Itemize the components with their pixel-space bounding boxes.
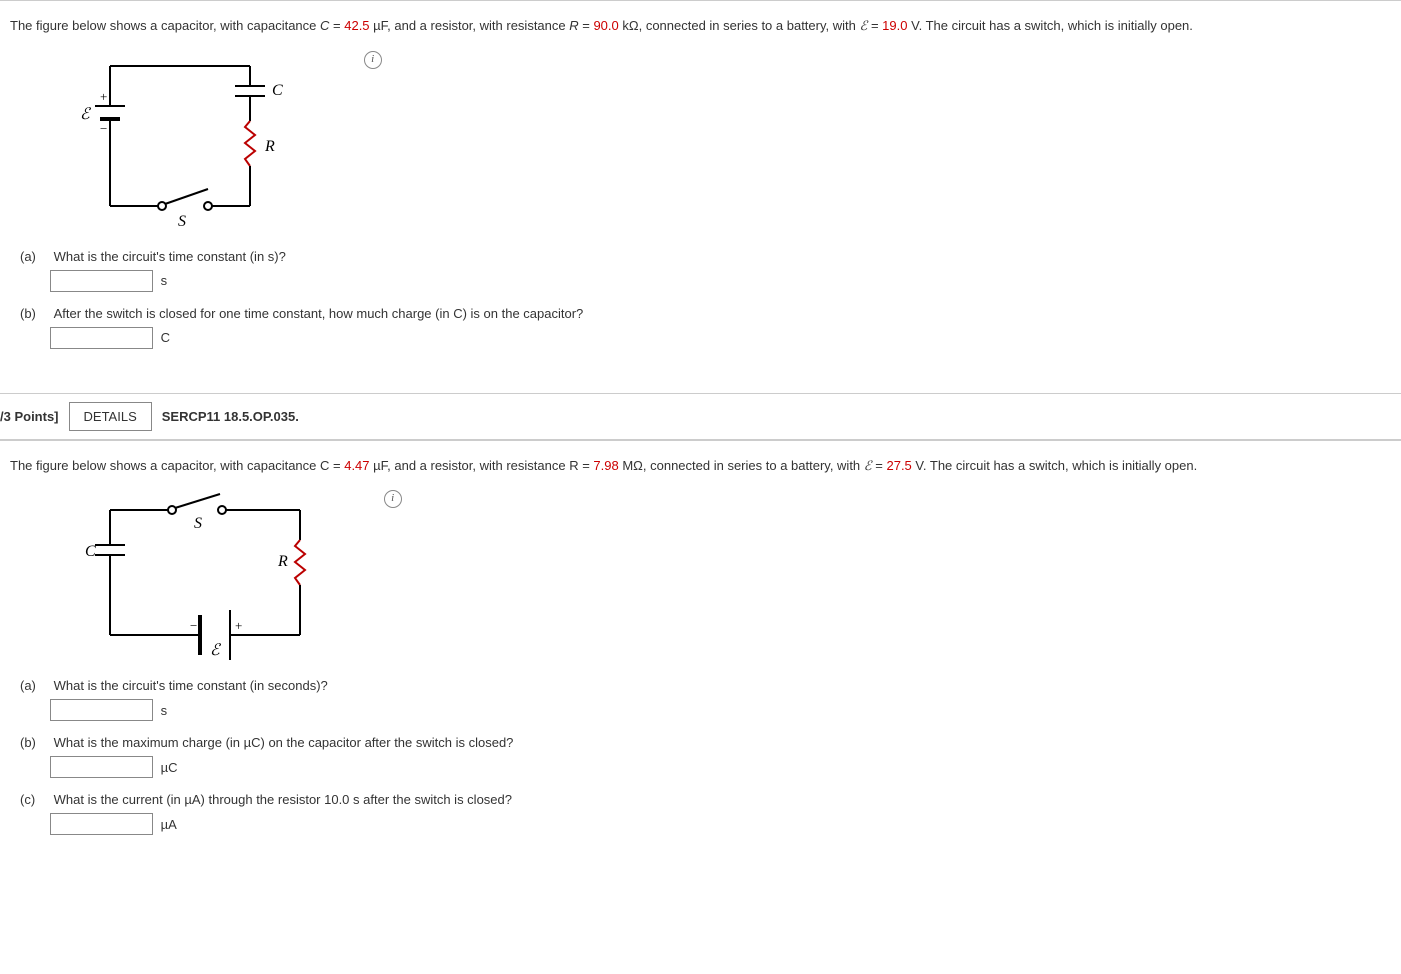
problem-1-figure: + − ℰ C R S i: [50, 51, 1391, 234]
q2-a-input[interactable]: [50, 699, 153, 721]
q1-b-input[interactable]: [50, 327, 153, 349]
unit-label: s: [161, 273, 168, 288]
part-text: What is the maximum charge (in µC) on th…: [54, 735, 1385, 750]
part-label: (c): [20, 792, 50, 807]
circuit-diagram-2: C S R − + ℰ: [50, 490, 350, 660]
source-label: SERCP11 18.5.OP.035.: [162, 409, 299, 424]
problem-1: The figure below shows a capacitor, with…: [0, 0, 1401, 393]
svg-text:ℰ: ℰ: [210, 642, 222, 659]
part-text: What is the current (in µA) through the …: [54, 792, 1385, 807]
svg-text:C: C: [85, 543, 96, 560]
circuit-diagram-1: + − ℰ C R S: [50, 51, 330, 231]
info-icon[interactable]: i: [364, 51, 382, 69]
svg-text:C: C: [272, 82, 283, 99]
unit-label: C: [161, 330, 170, 345]
problem-2: The figure below shows a capacitor, with…: [0, 440, 1401, 880]
unit-label: µC: [161, 760, 178, 775]
part-label: (b): [20, 306, 50, 321]
unit-label: s: [161, 703, 168, 718]
svg-text:+: +: [235, 618, 242, 633]
part-text: What is the circuit's time constant (in …: [54, 678, 1385, 693]
svg-text:S: S: [178, 213, 186, 230]
svg-text:ℰ: ℰ: [80, 106, 92, 123]
svg-text:−: −: [100, 121, 107, 136]
q2-part-a: (a) What is the circuit's time constant …: [20, 678, 1391, 721]
q2-part-c: (c) What is the current (in µA) through …: [20, 792, 1391, 835]
part-text: What is the circuit's time constant (in …: [54, 249, 1385, 264]
points-label: /3 Points]: [0, 409, 59, 424]
problem-1-statement: The figure below shows a capacitor, with…: [10, 16, 1391, 36]
q1-part-b: (b) After the switch is closed for one t…: [20, 306, 1391, 349]
part-label: (a): [20, 678, 50, 693]
problem-2-figure: C S R − + ℰ i: [50, 490, 1391, 663]
q1-a-input[interactable]: [50, 270, 153, 292]
svg-text:R: R: [277, 553, 288, 570]
part-label: (b): [20, 735, 50, 750]
details-button[interactable]: DETAILS: [69, 402, 152, 431]
q2-part-b: (b) What is the maximum charge (in µC) o…: [20, 735, 1391, 778]
info-icon[interactable]: i: [384, 490, 402, 508]
part-text: After the switch is closed for one time …: [54, 306, 1385, 321]
svg-text:S: S: [194, 515, 202, 532]
question-header: /3 Points] DETAILS SERCP11 18.5.OP.035.: [0, 393, 1401, 440]
q2-c-input[interactable]: [50, 813, 153, 835]
svg-text:+: +: [100, 89, 107, 104]
problem-2-statement: The figure below shows a capacitor, with…: [10, 456, 1391, 476]
part-label: (a): [20, 249, 50, 264]
svg-text:R: R: [264, 138, 275, 155]
unit-label: µA: [161, 817, 177, 832]
q1-part-a: (a) What is the circuit's time constant …: [20, 249, 1391, 292]
q2-b-input[interactable]: [50, 756, 153, 778]
svg-text:−: −: [190, 618, 197, 633]
